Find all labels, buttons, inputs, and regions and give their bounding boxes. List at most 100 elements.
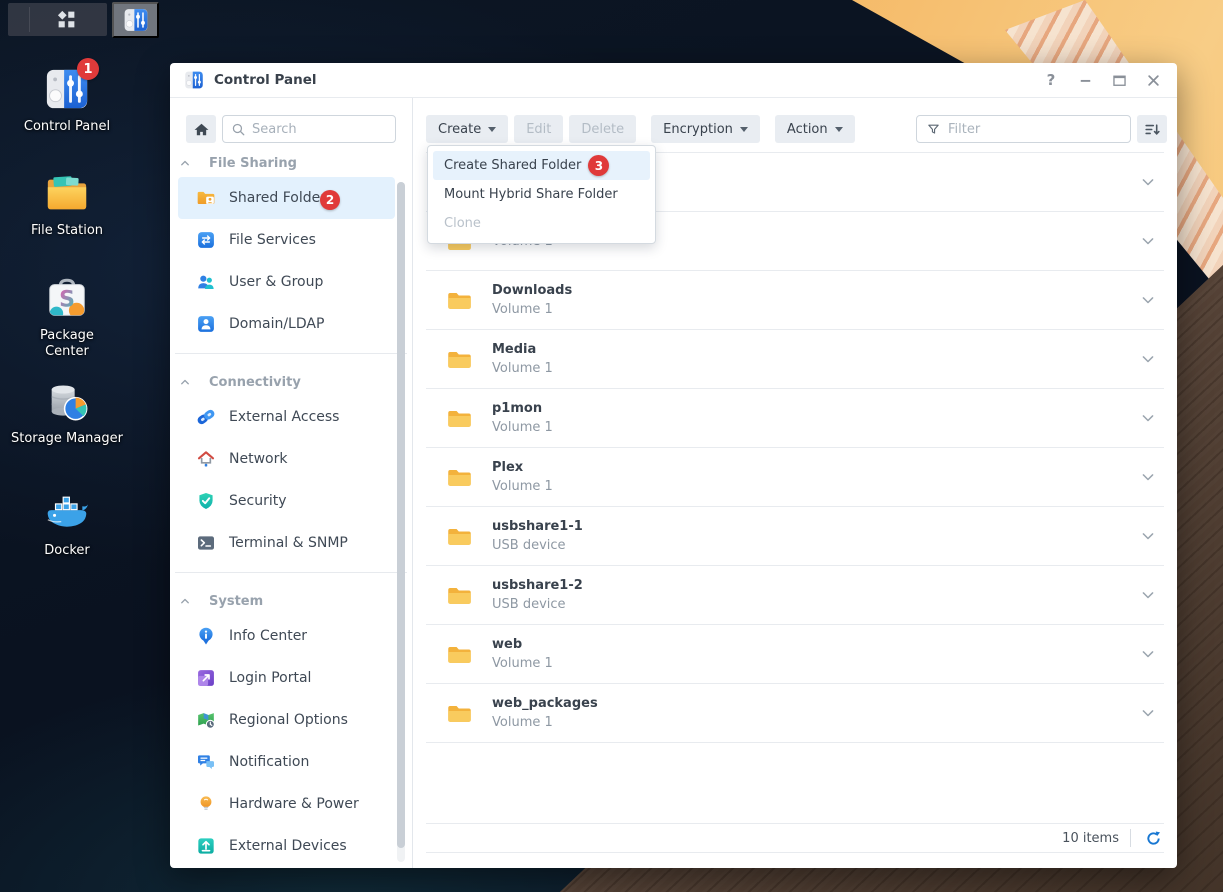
sort-button[interactable]	[1137, 115, 1167, 143]
edit-button[interactable]: Edit	[514, 115, 563, 143]
folder-row-usbshare1-2[interactable]: usbshare1-2 USB device	[426, 566, 1164, 625]
file-services-icon	[196, 230, 216, 250]
chevron-up-icon	[179, 157, 191, 169]
sidebar-item-hardware-power[interactable]: Hardware & Power	[178, 783, 395, 825]
chevron-down-icon	[1138, 172, 1158, 192]
menu-item-clone[interactable]: Clone	[433, 209, 650, 238]
section-header-file-sharing[interactable]: File Sharing	[170, 149, 412, 177]
taskbar-separator	[29, 7, 30, 32]
folder-icon	[444, 346, 475, 373]
expand-row-button[interactable]	[1138, 290, 1158, 310]
desktop-icon-label: Control Panel	[17, 119, 117, 135]
folder-location: Volume 1	[492, 478, 553, 496]
sidebar-item-label: Notification	[229, 754, 309, 770]
desktop-icon-label: File Station	[17, 223, 117, 239]
folder-row-usbshare1-1[interactable]: usbshare1-1 USB device	[426, 507, 1164, 566]
desktop: { "colors": { "accent_blue":"#1877d2", "…	[0, 0, 1223, 892]
network-icon	[196, 449, 216, 469]
sidebar-item-user-group[interactable]: User & Group	[178, 261, 395, 303]
chevron-down-icon	[1138, 349, 1158, 369]
folder-row-downloads[interactable]: Downloads Volume 1	[426, 271, 1164, 330]
refresh-button[interactable]	[1142, 827, 1164, 849]
create-button[interactable]: Create	[426, 115, 508, 143]
desktop-icon-docker[interactable]: Docker	[17, 490, 117, 559]
external-access-icon	[196, 407, 216, 427]
sidebar-item-label: Hardware & Power	[229, 796, 359, 812]
sidebar-item-terminal-snmp[interactable]: Terminal & SNMP	[178, 522, 395, 564]
filter-input[interactable]	[948, 122, 1121, 137]
folder-row-web[interactable]: web Volume 1	[426, 625, 1164, 684]
close-icon	[1144, 71, 1163, 90]
window-titlebar[interactable]: Control Panel ?	[170, 63, 1177, 98]
folder-row-web-packages[interactable]: web_packages Volume 1	[426, 684, 1164, 743]
folder-name: web_packages	[492, 695, 598, 712]
expand-row-button[interactable]	[1138, 172, 1158, 192]
taskbar-control-panel-button[interactable]	[112, 2, 159, 38]
sidebar-item-label: External Devices	[229, 838, 347, 854]
action-button[interactable]: Action	[775, 115, 855, 143]
sidebar-search[interactable]	[222, 115, 396, 143]
login-portal-icon	[196, 668, 216, 688]
folder-location: USB device	[492, 537, 583, 555]
encryption-button[interactable]: Encryption	[651, 115, 760, 143]
scrollbar-thumb[interactable]	[397, 182, 405, 848]
chevron-up-icon	[179, 595, 191, 607]
sidebar-item-shared-folder[interactable]: Shared Folder 2	[178, 177, 395, 219]
sidebar-item-regional-options[interactable]: Regional Options	[178, 699, 395, 741]
minimize-button[interactable]	[1074, 69, 1096, 91]
connectivity-items: External Access Network Security Termina…	[170, 396, 412, 564]
chevron-down-icon	[1138, 644, 1158, 664]
help-button[interactable]: ?	[1040, 69, 1062, 91]
expand-row-button[interactable]	[1138, 644, 1158, 664]
taskbar	[8, 3, 107, 36]
sidebar-item-domain-ldap[interactable]: Domain/LDAP	[178, 303, 395, 345]
sidebar-item-external-devices[interactable]: External Devices	[178, 825, 395, 867]
sidebar-scrollbar[interactable]	[397, 182, 405, 862]
delete-button[interactable]: Delete	[569, 115, 636, 143]
sort-icon	[1143, 120, 1162, 139]
sidebar-item-notification[interactable]: Notification	[178, 741, 395, 783]
sidebar-item-security[interactable]: Security	[178, 480, 395, 522]
expand-row-button[interactable]	[1138, 349, 1158, 369]
home-button[interactable]	[186, 115, 216, 143]
expand-row-button[interactable]	[1138, 467, 1158, 487]
search-input[interactable]	[252, 122, 387, 137]
sidebar-item-label: Info Center	[229, 628, 307, 644]
desktop-icon-file-station[interactable]: File Station	[17, 170, 117, 239]
control-panel-window: Control Panel ? File Sharing	[170, 63, 1177, 868]
folder-row-plex[interactable]: Plex Volume 1	[426, 448, 1164, 507]
sidebar-item-label: Regional Options	[229, 712, 348, 728]
sidebar-item-network[interactable]: Network	[178, 438, 395, 480]
item-count: 10 items	[1062, 831, 1119, 846]
section-header-system[interactable]: System	[170, 587, 412, 615]
folder-location: Volume 1	[492, 655, 553, 673]
expand-row-button[interactable]	[1138, 703, 1158, 723]
sidebar-item-login-portal[interactable]: Login Portal	[178, 657, 395, 699]
menu-item-create-shared-folder[interactable]: Create Shared Folder 3	[433, 151, 650, 180]
main-menu-icon[interactable]	[56, 9, 77, 30]
folder-row-p1mon[interactable]: p1mon Volume 1	[426, 389, 1164, 448]
expand-row-button[interactable]	[1138, 526, 1158, 546]
status-separator	[1130, 829, 1131, 847]
chevron-down-icon	[1138, 467, 1158, 487]
folder-row-media[interactable]: Media Volume 1	[426, 330, 1164, 389]
sidebar-item-external-access[interactable]: External Access	[178, 396, 395, 438]
desktop-icon-label: Docker	[17, 543, 117, 559]
section-header-connectivity[interactable]: Connectivity	[170, 368, 412, 396]
expand-row-button[interactable]	[1138, 231, 1158, 251]
sidebar-item-info-center[interactable]: Info Center	[178, 615, 395, 657]
control-panel-icon	[184, 70, 204, 90]
folder-location: Volume 1	[492, 301, 572, 319]
desktop-icon-control-panel[interactable]: 1 Control Panel	[17, 66, 117, 135]
desktop-icon-storage-manager[interactable]: Storage Manager	[17, 378, 117, 447]
filter-field[interactable]	[916, 115, 1131, 143]
expand-row-button[interactable]	[1138, 408, 1158, 428]
close-button[interactable]	[1142, 69, 1164, 91]
sidebar-item-file-services[interactable]: File Services	[178, 219, 395, 261]
desktop-icon-package-center[interactable]: S Package Center	[17, 275, 117, 360]
home-icon	[193, 121, 210, 138]
maximize-button[interactable]	[1108, 69, 1130, 91]
menu-item-mount-hybrid-share-folder[interactable]: Mount Hybrid Share Folder	[433, 180, 650, 209]
expand-row-button[interactable]	[1138, 585, 1158, 605]
status-bar: 10 items	[426, 823, 1164, 853]
